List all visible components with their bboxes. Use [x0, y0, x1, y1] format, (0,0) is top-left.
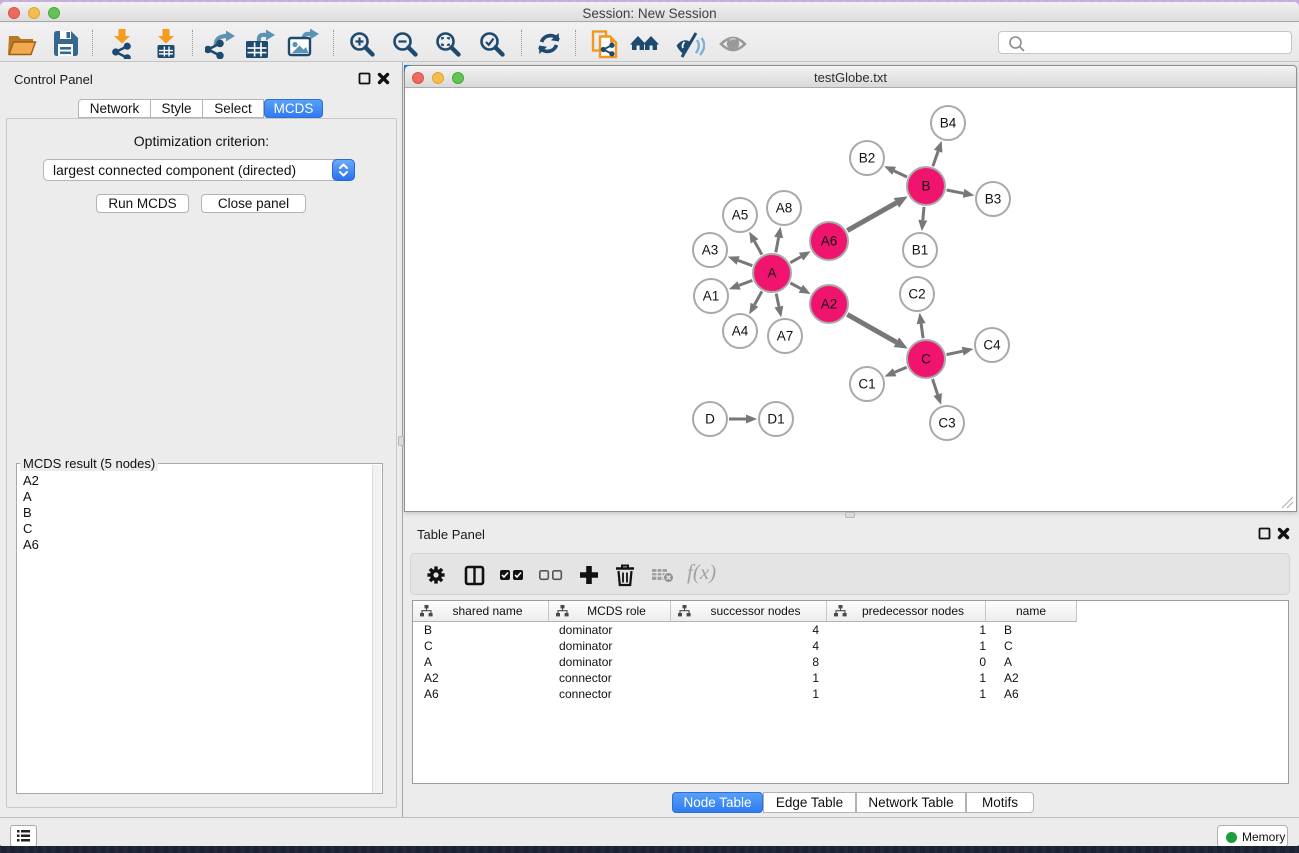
svg-text:B1: B1 — [912, 243, 929, 258]
svg-text:A1: A1 — [703, 289, 720, 304]
svg-text:C3: C3 — [938, 416, 955, 431]
svg-text:A: A — [767, 266, 776, 281]
svg-text:D1: D1 — [767, 412, 784, 427]
svg-text:A7: A7 — [777, 329, 794, 344]
svg-text:B: B — [921, 179, 930, 194]
svg-text:B3: B3 — [985, 192, 1002, 207]
svg-text:C1: C1 — [858, 377, 875, 392]
svg-text:A2: A2 — [821, 297, 838, 312]
svg-text:C2: C2 — [908, 287, 925, 302]
svg-text:C: C — [921, 352, 931, 367]
svg-text:A5: A5 — [732, 208, 749, 223]
svg-text:B2: B2 — [859, 151, 876, 166]
svg-text:A6: A6 — [821, 234, 838, 249]
svg-text:B4: B4 — [940, 116, 957, 131]
svg-text:C4: C4 — [983, 338, 1001, 353]
svg-text:A8: A8 — [776, 201, 793, 216]
svg-text:A3: A3 — [702, 243, 719, 258]
svg-text:D: D — [705, 412, 715, 427]
svg-text:A4: A4 — [732, 324, 749, 339]
